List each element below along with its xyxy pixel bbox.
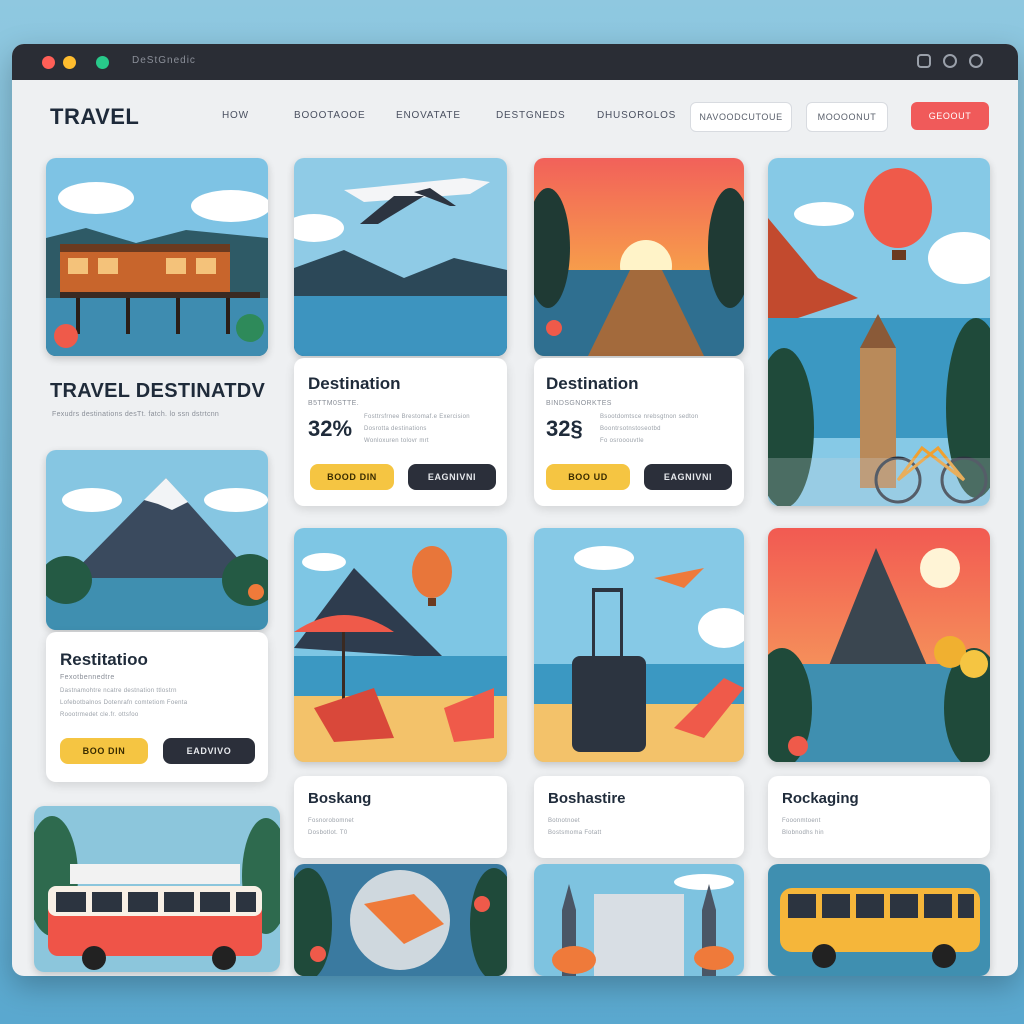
destination-image-airplane[interactable] xyxy=(294,158,507,356)
title-bar: DeStGnedic xyxy=(12,44,1018,80)
destination-image-balloon-tower[interactable] xyxy=(768,158,990,506)
panel-line: Lofebotbalnos Dotenrafn comtetiom Foenta xyxy=(60,700,188,706)
panel-title: Restitatioo xyxy=(60,650,148,669)
book-button[interactable]: BOO UD xyxy=(546,464,630,490)
destination-panel-1: Destination B5TTM0STTE. 32% Fosttrsfrnee… xyxy=(294,358,507,506)
browser-window: DeStGnedic TRAVEL HOW BOOOTAOOE ENOVATAT… xyxy=(12,44,1018,976)
panel-subtitle: Fexotbennedtre xyxy=(60,674,115,681)
panel-line: Dosrotta destinations xyxy=(364,426,427,432)
destination-image-red-bus[interactable] xyxy=(34,806,280,972)
destination-image-sunset-mountain[interactable] xyxy=(768,528,990,762)
destination-image-mountain[interactable] xyxy=(46,450,268,630)
panel-line: Wonloxuren tolovr mrt xyxy=(364,438,429,444)
nav-outline-button-2[interactable]: MOOOONUT xyxy=(806,102,888,132)
booking-title: Boskang xyxy=(308,790,372,807)
booking-line: Botnotnoet xyxy=(548,818,581,824)
top-navigation: TRAVEL HOW BOOOTAOOE ENOVATATE DESTGNEDS… xyxy=(12,80,1018,150)
record-icon[interactable] xyxy=(969,54,983,68)
destination-panel-left: Restitatioo Fexotbennedtre Dastnamohtre … xyxy=(46,632,268,782)
maximize-window-button[interactable] xyxy=(96,56,109,69)
minimize-window-button[interactable] xyxy=(63,56,76,69)
destination-image-beach-umbrella[interactable] xyxy=(294,528,507,762)
booking-title: Boshastire xyxy=(548,790,626,807)
nav-outline-button-1[interactable]: NAVOODCUTOUE xyxy=(690,102,792,132)
explore-button[interactable]: EAGNIVNI xyxy=(644,464,732,490)
book-button[interactable]: BOO DIN xyxy=(60,738,148,764)
panel-line: Bsootdomtsce nrebsgtnon sedton xyxy=(600,414,699,420)
hero-title: TRAVEL DESTINATDV xyxy=(50,380,266,402)
destination-image-globe[interactable] xyxy=(294,864,507,976)
panel-line: Dastnamohtre ncatre destnation ttlostrn xyxy=(60,688,177,694)
booking-line: Bostsmoma Fotatt xyxy=(548,830,602,836)
nav-link-destgneds[interactable]: DESTGNEDS xyxy=(496,110,565,121)
panel-title: Destination xyxy=(546,374,639,393)
booking-line: Fosnorobomnet xyxy=(308,818,354,824)
hero-subtitle: Fexudrs destinations desTt. fatch. lo ss… xyxy=(52,411,220,418)
price-label: 32§ xyxy=(546,416,583,441)
panel-subtitle: B5TTM0STTE. xyxy=(308,400,360,407)
destination-image-stilt-house[interactable] xyxy=(46,158,268,356)
nav-link-dhusorolos[interactable]: DHUSOROLOS xyxy=(597,110,676,121)
destination-image-yellow-bus[interactable] xyxy=(768,864,990,976)
panel-subtitle: BINDSGNORKTES xyxy=(546,400,612,407)
booking-card-1[interactable]: Boskang Fosnorobomnet Dosbotlot. T0 xyxy=(294,776,507,858)
destination-image-cathedral[interactable] xyxy=(534,864,744,976)
booking-line: Dosbotlot. T0 xyxy=(308,830,348,836)
booking-line: Blobnodhs hin xyxy=(782,830,824,836)
book-button[interactable]: BOOD DIN xyxy=(310,464,394,490)
booking-line: Fooonmtoent xyxy=(782,818,821,824)
panel-title: Destination xyxy=(308,374,401,393)
booking-title: Rockaging xyxy=(782,790,859,807)
explore-button[interactable]: EAGNIVNI xyxy=(408,464,496,490)
panel-line: Fo osrooouvtle xyxy=(600,438,644,444)
booking-card-3[interactable]: Rockaging Fooonmtoent Blobnodhs hin xyxy=(768,776,990,858)
logo[interactable]: TRAVEL xyxy=(50,104,139,130)
nav-link-how[interactable]: HOW xyxy=(222,110,249,121)
tabs-icon[interactable] xyxy=(943,54,957,68)
destination-panel-2: Destination BINDSGNORKTES 32§ Bsootdomts… xyxy=(534,358,744,506)
share-icon[interactable] xyxy=(917,54,931,68)
destination-image-sunset-pier[interactable] xyxy=(534,158,744,356)
explore-button[interactable]: EADVIVO xyxy=(163,738,255,764)
close-window-button[interactable] xyxy=(42,56,55,69)
booking-card-2[interactable]: Boshastire Botnotnoet Bostsmoma Fotatt xyxy=(534,776,744,858)
nav-cta-button[interactable]: GEOOUT xyxy=(911,102,989,130)
panel-line: Boontrsotnstoseotbd xyxy=(600,426,661,432)
panel-line: Fosttrsfrnee Brestomaf.e Exercision xyxy=(364,414,470,420)
window-title: DeStGnedic xyxy=(132,55,196,66)
panel-line: Roootrmedet cle.fr. ottsfoo xyxy=(60,712,139,718)
nav-link-enovatate[interactable]: ENOVATATE xyxy=(396,110,461,121)
nav-link-boootaooe[interactable]: BOOOTAOOE xyxy=(294,110,365,121)
price-label: 32% xyxy=(308,416,353,441)
destination-image-suitcase-beach[interactable] xyxy=(534,528,744,762)
